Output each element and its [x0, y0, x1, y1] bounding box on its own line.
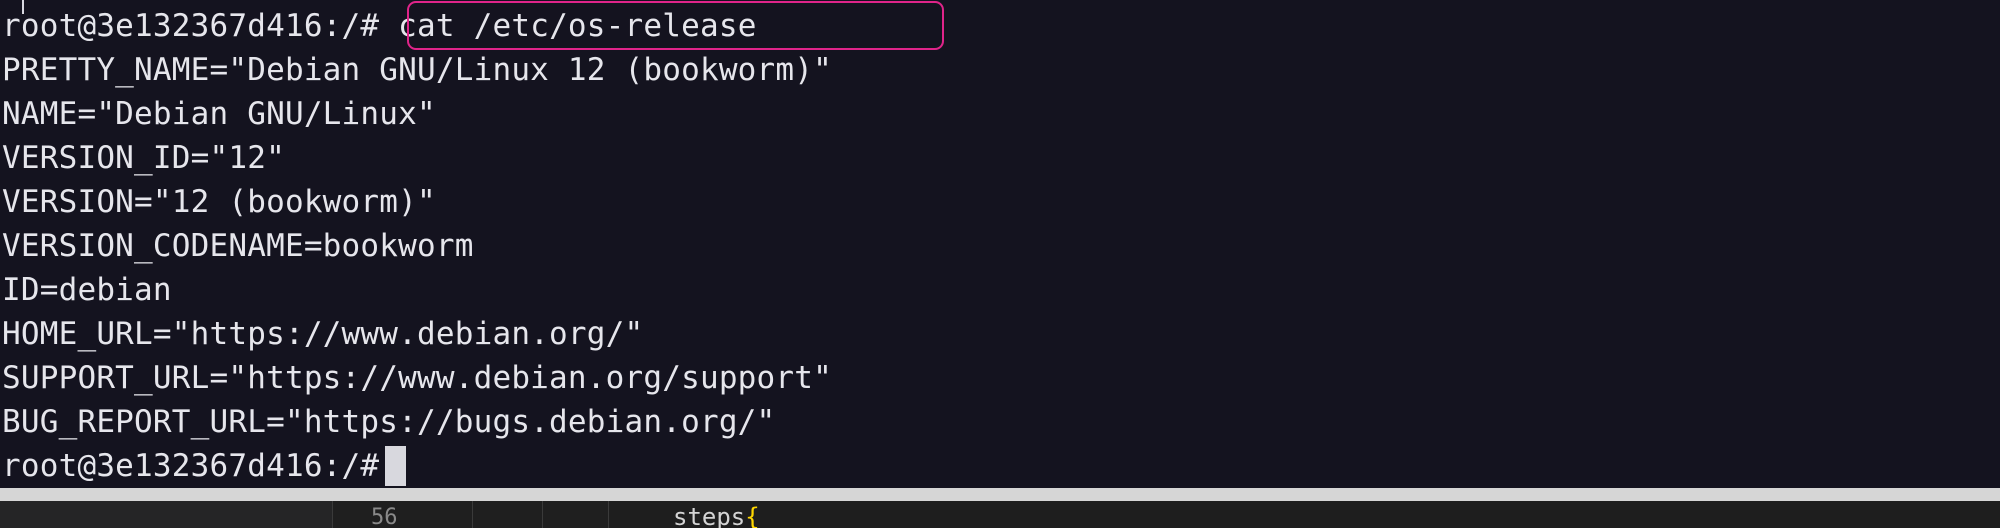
editor-gutter-column	[542, 501, 609, 528]
active-prompt-line[interactable]: root@3e132367d416:/#	[2, 444, 407, 488]
output-line: ID=debian	[2, 272, 172, 308]
editor-gutter: 56	[332, 501, 473, 528]
code-line: steps{	[673, 505, 760, 528]
panel-splitter[interactable]	[0, 488, 2000, 501]
terminal-window[interactable]: root@3e132367d416:/# cat /etc/os-release…	[0, 0, 2000, 490]
shell-prompt: root@3e132367d416:/#	[2, 448, 380, 484]
output-line: NAME="Debian GNU/Linux"	[2, 96, 436, 132]
output-line: VERSION="12 (bookworm)"	[2, 184, 436, 220]
editor-panel[interactable]: 56 steps{	[0, 501, 2000, 528]
code-keyword: steps	[673, 503, 746, 528]
block-cursor	[385, 446, 407, 486]
code-brace: {	[745, 503, 760, 528]
editor-gutter-column	[472, 501, 543, 528]
command-highlight-box	[407, 1, 944, 50]
output-line: PRETTY_NAME="Debian GNU/Linux 12 (bookwo…	[2, 52, 832, 88]
output-line: VERSION_ID="12"	[2, 140, 285, 176]
shell-prompt: root@3e132367d416:/#	[2, 8, 380, 44]
output-line: BUG_REPORT_URL="https://bugs.debian.org/…	[2, 404, 776, 440]
editor-code-area[interactable]: steps{	[608, 501, 2000, 528]
editor-sidebar	[0, 501, 332, 528]
output-line: VERSION_CODENAME=bookworm	[2, 228, 474, 264]
line-number: 56	[371, 505, 398, 528]
output-line: HOME_URL="https://www.debian.org/"	[2, 316, 644, 352]
output-line: SUPPORT_URL="https://www.debian.org/supp…	[2, 360, 832, 396]
